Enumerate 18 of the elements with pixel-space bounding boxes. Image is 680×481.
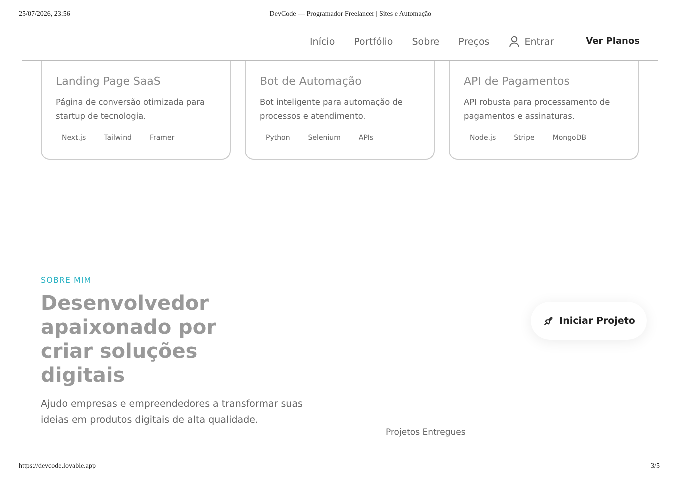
user-icon — [508, 36, 520, 48]
plans-link[interactable]: Ver Planos — [586, 37, 640, 47]
section-heading: Desenvolvedor apaixonado por criar soluções digitais — [41, 291, 218, 387]
login-link[interactable]: Entrar — [508, 36, 554, 48]
nav-link[interactable]: Preços — [458, 36, 490, 48]
project-description: Página de conversão otimizada para startup de tecnologia. — [56, 96, 206, 123]
project-title: Bot de Automação — [260, 75, 363, 88]
nav-link[interactable]: Sobre — [412, 36, 440, 48]
stat-label: Projetos Entregues — [386, 428, 466, 438]
section-label: SOBRE MIM — [41, 276, 93, 285]
project-description: API robusta para processamento de pagamentos e assinaturas. — [464, 96, 612, 123]
project-title: API de Pagamentos — [464, 75, 571, 88]
project-title: Landing Page SaaS — [56, 75, 162, 88]
nav-link[interactable]: Portfólio — [354, 36, 394, 48]
project-description: Bot inteligente para automação de processos e atendimento. — [260, 96, 404, 123]
start-project-button[interactable]: Iniciar Projeto — [531, 302, 647, 340]
about-text: Ajudo empresas e empreendedores a transformar suas ideias em produtos digitais de alta qualidade. — [41, 398, 304, 428]
nav-link[interactable]: Início — [310, 36, 336, 48]
